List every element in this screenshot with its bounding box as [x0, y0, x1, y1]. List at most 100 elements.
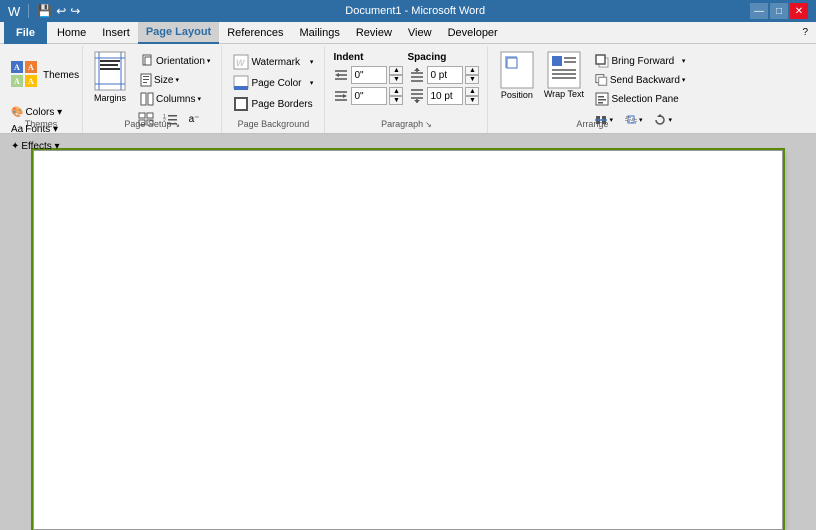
watermark-icon: W	[233, 54, 249, 70]
spacing-after-up[interactable]: ▲	[465, 87, 479, 96]
columns-button[interactable]: Columns ▾	[135, 90, 215, 108]
indent-left-down[interactable]: ▼	[389, 75, 403, 84]
home-menu-item[interactable]: Home	[49, 22, 94, 44]
page-setup-expand-icon: ↘	[173, 120, 180, 129]
wrap-text-button[interactable]: Wrap Text	[541, 50, 586, 100]
references-menu-item[interactable]: References	[219, 22, 291, 44]
themes-button[interactable]: A A A A Themes	[6, 50, 76, 102]
size-button[interactable]: Size ▾	[135, 71, 215, 89]
quick-access-save[interactable]: 💾	[37, 4, 52, 18]
bring-forward-button[interactable]: Bring Forward ▾	[590, 52, 690, 70]
title-bar: W 💾 ↩ ↪ Document1 - Microsoft Word — □ ✕	[0, 0, 816, 22]
review-menu-item[interactable]: Review	[348, 22, 400, 44]
margins-label: Margins	[94, 94, 126, 104]
orientation-button[interactable]: Orientation ▾	[135, 52, 215, 70]
indent-right-icon	[333, 88, 349, 104]
indent-right-up[interactable]: ▲	[389, 87, 403, 96]
effects-button[interactable]: ✦ Effects ▾	[6, 138, 76, 154]
bring-forward-icon	[595, 54, 609, 68]
indent-left-spinner[interactable]: ▲ ▼	[389, 66, 403, 84]
page-color-button[interactable]: Page Color ▾	[228, 73, 318, 93]
colors-button[interactable]: 🎨 Colors ▾	[6, 104, 76, 120]
paragraph-group-label[interactable]: Paragraph ↘	[325, 119, 487, 129]
document-page[interactable]	[33, 150, 783, 530]
page-borders-button[interactable]: Page Borders	[228, 94, 318, 114]
send-backward-button[interactable]: Send Backward ▾	[590, 71, 690, 89]
send-backward-icon	[595, 73, 607, 87]
quick-access-redo[interactable]: ↪	[70, 4, 80, 18]
position-icon	[499, 50, 535, 90]
position-label: Position	[501, 90, 533, 100]
spacing-after-spinner[interactable]: ▲ ▼	[465, 87, 479, 105]
columns-label: Columns	[156, 94, 195, 105]
indent-right-spinner[interactable]: ▲ ▼	[389, 87, 403, 105]
selection-pane-button[interactable]: Selection Pane	[590, 90, 690, 108]
indent-left-input[interactable]: 0"	[351, 66, 387, 84]
view-menu-item[interactable]: View	[400, 22, 440, 44]
orientation-icon	[140, 54, 154, 68]
svg-text:A: A	[28, 63, 34, 72]
svg-text:A: A	[14, 77, 20, 86]
themes-icon: A A A A	[9, 59, 39, 94]
columns-arrow: ▾	[197, 95, 201, 103]
spacing-after-down[interactable]: ▼	[465, 96, 479, 105]
ribbon: A A A A Themes 🎨 Colors ▾ Aa Fonts ▾	[0, 44, 816, 134]
indent-right-down[interactable]: ▼	[389, 96, 403, 105]
help-icon[interactable]: ?	[798, 27, 812, 38]
columns-icon	[140, 92, 154, 106]
page-setup-group-label[interactable]: Page Setup ↘	[83, 119, 221, 129]
paragraph-group: Indent Spacing 0" ▲ ▼	[325, 46, 488, 133]
size-icon	[140, 73, 152, 87]
minimize-button[interactable]: —	[750, 3, 768, 19]
spacing-before-input[interactable]: 0 pt	[427, 66, 463, 84]
indent-header: Indent	[333, 52, 403, 63]
page-background-group-label: Page Background	[222, 119, 324, 129]
maximize-button[interactable]: □	[770, 3, 788, 19]
page-color-icon	[233, 75, 249, 91]
margins-button[interactable]: Margins	[89, 50, 131, 104]
watermark-arrow: ▾	[310, 58, 314, 66]
page-setup-group: Margins Orientation ▾	[83, 46, 222, 133]
bring-forward-label: Bring Forward	[611, 56, 674, 67]
themes-group-label[interactable]: Themes	[0, 119, 82, 129]
page-borders-icon	[233, 96, 249, 112]
send-backward-arrow: ▾	[682, 76, 686, 84]
spacing-before-spinner[interactable]: ▲ ▼	[465, 66, 479, 84]
watermark-button[interactable]: W Watermark ▾	[228, 52, 318, 72]
indent-left-up[interactable]: ▲	[389, 66, 403, 75]
colors-icon: 🎨	[11, 107, 23, 118]
wrap-text-icon	[546, 50, 582, 90]
arrange-group: Position Wrap Text	[488, 46, 696, 133]
spacing-header: Spacing	[407, 52, 477, 63]
colors-label: Colors ▾	[25, 107, 62, 118]
selection-pane-label: Selection Pane	[611, 94, 678, 105]
developer-menu-item[interactable]: Developer	[440, 22, 506, 44]
close-button[interactable]: ✕	[790, 3, 808, 19]
spacing-before-up[interactable]: ▲	[465, 66, 479, 75]
spacing-before-icon	[409, 67, 425, 83]
indent-right-input[interactable]: 0"	[351, 87, 387, 105]
watermark-label: Watermark	[251, 57, 300, 68]
effects-label: Effects ▾	[21, 141, 59, 152]
page-layout-menu-item[interactable]: Page Layout	[138, 22, 219, 44]
size-arrow: ▾	[175, 76, 179, 84]
spacing-before-down[interactable]: ▼	[465, 75, 479, 84]
size-label: Size	[154, 75, 173, 86]
bring-forward-arrow: ▾	[682, 57, 686, 65]
quick-access-undo[interactable]: ↩	[56, 4, 66, 18]
svg-text:A: A	[28, 77, 34, 86]
spacing-after-icon	[409, 88, 425, 104]
page-color-arrow: ▾	[310, 79, 314, 87]
position-button[interactable]: Position	[494, 50, 539, 100]
page-color-label: Page Color	[251, 78, 301, 89]
window-controls: — □ ✕	[750, 3, 808, 19]
page-background-group: W Watermark ▾ Page Color ▾ Page Borders	[222, 46, 325, 133]
spacing-after-input[interactable]: 10 pt	[427, 87, 463, 105]
arrange-group-label: Arrange	[488, 119, 696, 129]
mailings-menu-item[interactable]: Mailings	[291, 22, 347, 44]
file-menu-button[interactable]: File	[4, 22, 47, 44]
insert-menu-item[interactable]: Insert	[94, 22, 138, 44]
orientation-arrow: ▾	[207, 57, 211, 65]
paragraph-expand-icon: ↘	[425, 120, 432, 129]
themes-group: A A A A Themes 🎨 Colors ▾ Aa Fonts ▾	[0, 46, 83, 133]
